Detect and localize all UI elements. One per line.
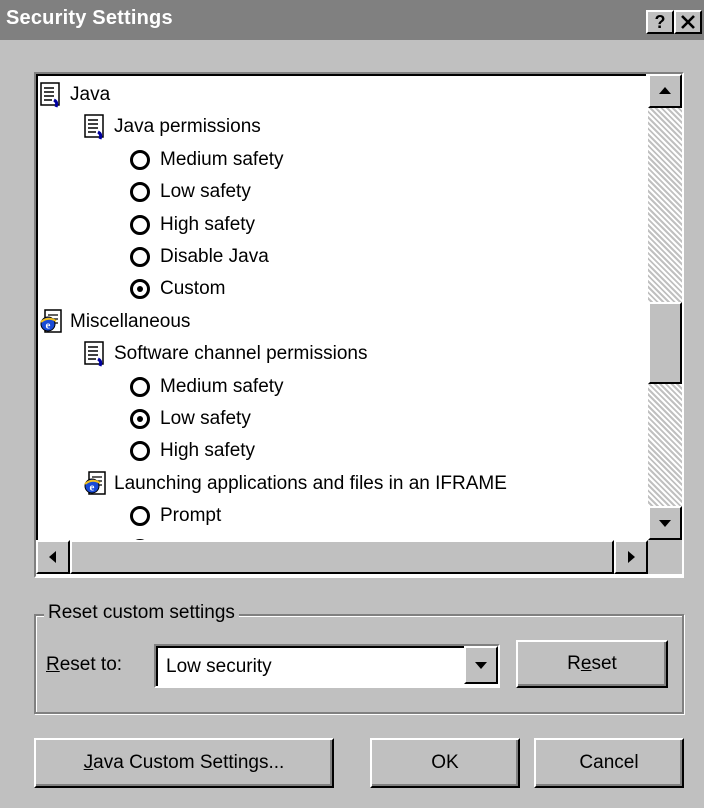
tree-list: Java Java permissions Medium safety Low saf… [36,74,646,540]
document-icon [40,82,62,108]
radio-unchecked-icon[interactable] [130,214,150,235]
radio-option[interactable]: Medium safety [126,145,284,175]
reset-label-part-b: set [591,653,617,674]
scrollbar-corner [648,540,682,574]
ie-document-icon: e [40,309,62,335]
radio-unchecked-icon[interactable] [130,247,150,267]
select-value: Low security [166,656,272,677]
reset-to-label: Reset to: [46,654,122,676]
scroll-up-button[interactable] [648,74,682,108]
tree-item-label: Launching applications and files in an I… [114,472,507,494]
tree-item-label: Java [70,84,111,105]
arrow-right-icon [628,551,635,563]
radio-checked-icon[interactable] [130,279,150,300]
radio-option[interactable]: Custom [126,274,225,304]
horizontal-scroll-thumb[interactable] [70,540,614,574]
radio-unchecked-icon[interactable] [130,506,150,527]
close-icon [681,15,695,29]
radio-unchecked-icon[interactable] [130,182,150,203]
tree-item-label: High safety [160,213,256,235]
radio-unchecked-icon[interactable] [130,441,150,462]
vertical-scroll-thumb[interactable] [648,302,682,384]
close-button[interactable] [674,10,702,34]
tree-setting[interactable]: e Launching applications and files in an … [84,469,507,499]
tree-item-label: Custom [160,278,226,300]
select-field: Low security [156,646,498,686]
tree-item-label: Miscellaneous [70,310,191,332]
ie-document-icon: e [84,471,106,497]
radio-option[interactable]: Low safety [126,177,251,207]
scroll-left-button[interactable] [36,540,70,574]
group-label: Reset custom settings [44,602,239,624]
arrow-left-icon [49,551,56,563]
reset-label-part-a: R [567,653,581,674]
tree-item-label: Disable Java [160,246,269,267]
svg-text:e: e [90,481,95,493]
scroll-right-button[interactable] [614,540,648,574]
title-bar[interactable]: Security Settings ? [0,0,704,40]
tree-category[interactable]: Java [40,80,110,110]
reset-to-select[interactable]: Low security [154,644,500,688]
select-dropdown-button[interactable] [464,646,498,684]
tree-item-label: Java permissions [114,116,261,138]
radio-checked-icon[interactable] [130,409,150,429]
arrow-down-icon [659,520,671,527]
radio-unchecked-icon[interactable] [130,376,150,397]
document-icon [84,114,106,140]
reset-button-label: Reset [567,653,617,675]
tree-item-label: Medium safety [160,148,284,170]
radio-option[interactable]: High safety [126,210,255,240]
chevron-down-icon [475,662,487,669]
scroll-down-button[interactable] [648,506,682,540]
reset-label-mnemonic: e [580,653,592,674]
tree-setting[interactable]: Software channel permissions [84,339,367,369]
tree-item-label: Low safety [160,408,251,429]
help-button[interactable]: ? [646,10,674,34]
radio-unchecked-icon[interactable] [130,149,150,170]
cancel-button[interactable]: Cancel [534,738,684,788]
java-label-mnemonic: J [83,752,94,773]
java-button-label: Java Custom Settings... [84,752,285,774]
arrow-up-icon [659,87,671,94]
tree-item-label: High safety [160,440,256,462]
tree-category[interactable]: e Miscellaneous [40,307,190,337]
reset-button[interactable]: Reset [516,640,668,688]
java-custom-settings-button[interactable]: Java Custom Settings... [34,738,334,788]
document-icon [84,341,106,367]
svg-text:e: e [46,319,51,331]
tree-item-label: Low safety [160,181,251,203]
tree-item-label: Software channel permissions [114,343,368,365]
tree-setting[interactable]: Java permissions [84,112,261,142]
radio-option[interactable]: Low safety [126,404,251,434]
radio-option[interactable]: Disable Java [126,242,269,272]
ok-button[interactable]: OK [370,738,520,788]
security-settings-dialog: Security Settings ? Java Java permissions… [0,0,704,808]
tree-item-label: Medium safety [160,375,284,397]
security-settings-tree[interactable]: Java Java permissions Medium safety Low saf… [34,72,684,578]
tree-item-label: Prompt [160,505,222,527]
radio-option[interactable]: High safety [126,436,255,466]
radio-option[interactable]: Medium safety [126,372,284,402]
radio-option[interactable]: Prompt [126,501,221,531]
reset-to-text: eset to: [59,654,123,675]
java-label-text: ava Custom Settings... [93,752,285,773]
reset-to-mnemonic: R [46,654,60,675]
window-title: Security Settings [6,7,173,29]
